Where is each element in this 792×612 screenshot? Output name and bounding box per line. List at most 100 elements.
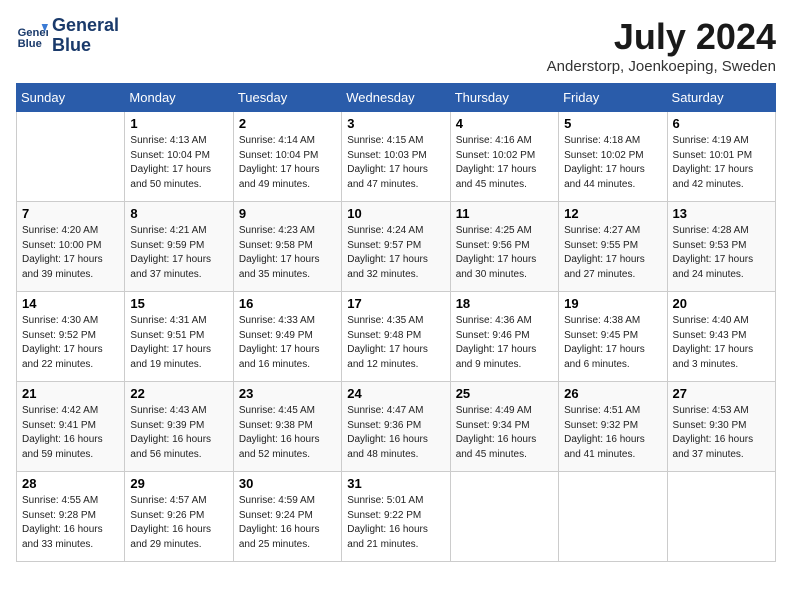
day-number: 8 — [130, 206, 227, 221]
day-info: Sunrise: 4:25 AM Sunset: 9:56 PM Dayligh… — [456, 224, 553, 282]
day-number: 18 — [456, 296, 553, 311]
weekday-header-friday: Friday — [559, 84, 667, 112]
day-info: Sunrise: 4:18 AM Sunset: 10:02 PM Daylig… — [564, 134, 661, 192]
day-info: Sunrise: 5:01 AM Sunset: 9:22 PM Dayligh… — [347, 494, 444, 552]
day-number: 16 — [239, 296, 336, 311]
week-row-4: 21 Sunrise: 4:42 AM Sunset: 9:41 PM Dayli… — [17, 382, 776, 472]
day-number: 25 — [456, 386, 553, 401]
calendar-cell: 24 Sunrise: 4:47 AM Sunset: 9:36 PM Dayli… — [342, 382, 450, 472]
logo: General Blue General Blue — [16, 16, 119, 56]
calendar-cell — [559, 472, 667, 562]
day-info: Sunrise: 4:30 AM Sunset: 9:52 PM Dayligh… — [22, 314, 119, 372]
month-title: July 2024 — [547, 16, 776, 58]
logo-text: General Blue — [52, 16, 119, 56]
calendar-cell: 27 Sunrise: 4:53 AM Sunset: 9:30 PM Dayli… — [667, 382, 775, 472]
day-info: Sunrise: 4:23 AM Sunset: 9:58 PM Dayligh… — [239, 224, 336, 282]
day-info: Sunrise: 4:36 AM Sunset: 9:46 PM Dayligh… — [456, 314, 553, 372]
day-info: Sunrise: 4:33 AM Sunset: 9:49 PM Dayligh… — [239, 314, 336, 372]
day-number: 31 — [347, 476, 444, 491]
weekday-header-monday: Monday — [125, 84, 233, 112]
day-info: Sunrise: 4:27 AM Sunset: 9:55 PM Dayligh… — [564, 224, 661, 282]
logo-icon: General Blue — [16, 20, 48, 52]
day-number: 24 — [347, 386, 444, 401]
day-info: Sunrise: 4:15 AM Sunset: 10:03 PM Daylig… — [347, 134, 444, 192]
day-info: Sunrise: 4:53 AM Sunset: 9:30 PM Dayligh… — [673, 404, 770, 462]
day-number: 9 — [239, 206, 336, 221]
day-info: Sunrise: 4:40 AM Sunset: 9:43 PM Dayligh… — [673, 314, 770, 372]
calendar-cell: 22 Sunrise: 4:43 AM Sunset: 9:39 PM Dayli… — [125, 382, 233, 472]
day-info: Sunrise: 4:16 AM Sunset: 10:02 PM Daylig… — [456, 134, 553, 192]
day-number: 17 — [347, 296, 444, 311]
day-number: 23 — [239, 386, 336, 401]
calendar-cell: 25 Sunrise: 4:49 AM Sunset: 9:34 PM Dayli… — [450, 382, 558, 472]
day-info: Sunrise: 4:42 AM Sunset: 9:41 PM Dayligh… — [22, 404, 119, 462]
calendar-cell: 29 Sunrise: 4:57 AM Sunset: 9:26 PM Dayli… — [125, 472, 233, 562]
day-number: 26 — [564, 386, 661, 401]
calendar-cell: 17 Sunrise: 4:35 AM Sunset: 9:48 PM Dayli… — [342, 292, 450, 382]
calendar-cell: 18 Sunrise: 4:36 AM Sunset: 9:46 PM Dayli… — [450, 292, 558, 382]
calendar-cell: 28Sunrise: 4:55 AM Sunset: 9:28 PM Dayli… — [17, 472, 125, 562]
day-number: 3 — [347, 116, 444, 131]
day-info: Sunrise: 4:57 AM Sunset: 9:26 PM Dayligh… — [130, 494, 227, 552]
day-number: 22 — [130, 386, 227, 401]
day-number: 27 — [673, 386, 770, 401]
weekday-header-wednesday: Wednesday — [342, 84, 450, 112]
day-number: 4 — [456, 116, 553, 131]
weekday-header-sunday: Sunday — [17, 84, 125, 112]
day-info: Sunrise: 4:47 AM Sunset: 9:36 PM Dayligh… — [347, 404, 444, 462]
day-info: Sunrise: 4:20 AM Sunset: 10:00 PM Daylig… — [22, 224, 119, 282]
day-number: 12 — [564, 206, 661, 221]
calendar-cell: 26 Sunrise: 4:51 AM Sunset: 9:32 PM Dayli… — [559, 382, 667, 472]
day-number: 10 — [347, 206, 444, 221]
calendar-cell: 11 Sunrise: 4:25 AM Sunset: 9:56 PM Dayli… — [450, 202, 558, 292]
calendar-cell: 13Sunrise: 4:28 AM Sunset: 9:53 PM Dayli… — [667, 202, 775, 292]
day-info: Sunrise: 4:43 AM Sunset: 9:39 PM Dayligh… — [130, 404, 227, 462]
calendar-cell: 8Sunrise: 4:21 AM Sunset: 9:59 PM Daylig… — [125, 202, 233, 292]
calendar-cell: 21 Sunrise: 4:42 AM Sunset: 9:41 PM Dayli… — [17, 382, 125, 472]
calendar-cell: 1Sunrise: 4:13 AM Sunset: 10:04 PM Dayli… — [125, 112, 233, 202]
day-info: Sunrise: 4:55 AM Sunset: 9:28 PM Dayligh… — [22, 494, 119, 552]
day-info: Sunrise: 4:51 AM Sunset: 9:32 PM Dayligh… — [564, 404, 661, 462]
page-header: General Blue General Blue July 2024 Ande… — [16, 16, 776, 75]
day-info: Sunrise: 4:49 AM Sunset: 9:34 PM Dayligh… — [456, 404, 553, 462]
weekday-header-row: SundayMondayTuesdayWednesdayThursdayFrid… — [17, 84, 776, 112]
calendar-cell: 9 Sunrise: 4:23 AM Sunset: 9:58 PM Daylig… — [233, 202, 341, 292]
day-number: 5 — [564, 116, 661, 131]
week-row-5: 28Sunrise: 4:55 AM Sunset: 9:28 PM Dayli… — [17, 472, 776, 562]
calendar-cell: 19Sunrise: 4:38 AM Sunset: 9:45 PM Dayli… — [559, 292, 667, 382]
day-number: 6 — [673, 116, 770, 131]
calendar-cell — [450, 472, 558, 562]
week-row-1: 1Sunrise: 4:13 AM Sunset: 10:04 PM Dayli… — [17, 112, 776, 202]
day-number: 29 — [130, 476, 227, 491]
calendar-cell: 30 Sunrise: 4:59 AM Sunset: 9:24 PM Dayli… — [233, 472, 341, 562]
weekday-header-tuesday: Tuesday — [233, 84, 341, 112]
day-number: 14 — [22, 296, 119, 311]
calendar-table: SundayMondayTuesdayWednesdayThursdayFrid… — [16, 83, 776, 562]
day-info: Sunrise: 4:31 AM Sunset: 9:51 PM Dayligh… — [130, 314, 227, 372]
day-number: 2 — [239, 116, 336, 131]
calendar-cell: 16 Sunrise: 4:33 AM Sunset: 9:49 PM Dayli… — [233, 292, 341, 382]
svg-text:Blue: Blue — [18, 38, 42, 50]
calendar-cell — [17, 112, 125, 202]
calendar-cell: 14 Sunrise: 4:30 AM Sunset: 9:52 PM Dayli… — [17, 292, 125, 382]
calendar-cell: 15Sunrise: 4:31 AM Sunset: 9:51 PM Dayli… — [125, 292, 233, 382]
day-info: Sunrise: 4:28 AM Sunset: 9:53 PM Dayligh… — [673, 224, 770, 282]
day-number: 21 — [22, 386, 119, 401]
calendar-cell: 3 Sunrise: 4:15 AM Sunset: 10:03 PM Dayli… — [342, 112, 450, 202]
day-number: 11 — [456, 206, 553, 221]
day-number: 1 — [130, 116, 227, 131]
day-number: 30 — [239, 476, 336, 491]
day-info: Sunrise: 4:59 AM Sunset: 9:24 PM Dayligh… — [239, 494, 336, 552]
day-info: Sunrise: 4:35 AM Sunset: 9:48 PM Dayligh… — [347, 314, 444, 372]
day-info: Sunrise: 4:24 AM Sunset: 9:57 PM Dayligh… — [347, 224, 444, 282]
calendar-cell: 12 Sunrise: 4:27 AM Sunset: 9:55 PM Dayli… — [559, 202, 667, 292]
calendar-cell — [667, 472, 775, 562]
day-number: 19 — [564, 296, 661, 311]
week-row-3: 14 Sunrise: 4:30 AM Sunset: 9:52 PM Dayli… — [17, 292, 776, 382]
calendar-cell: 10 Sunrise: 4:24 AM Sunset: 9:57 PM Dayli… — [342, 202, 450, 292]
calendar-cell: 5 Sunrise: 4:18 AM Sunset: 10:02 PM Dayli… — [559, 112, 667, 202]
location-title: Anderstorp, Joenkoeping, Sweden — [547, 58, 776, 75]
calendar-cell: 6Sunrise: 4:19 AM Sunset: 10:01 PM Dayli… — [667, 112, 775, 202]
calendar-cell: 7Sunrise: 4:20 AM Sunset: 10:00 PM Dayli… — [17, 202, 125, 292]
day-number: 20 — [673, 296, 770, 311]
